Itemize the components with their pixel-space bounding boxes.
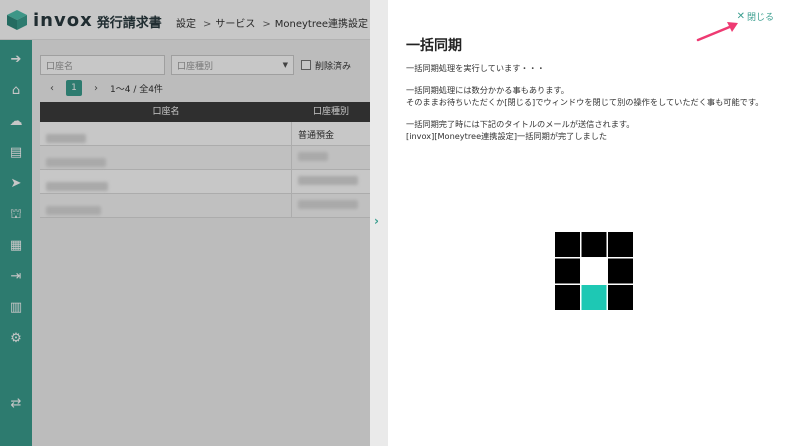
loader-cell: [581, 285, 607, 310]
status-message: 一括同期処理を実行しています・・・: [406, 62, 786, 74]
loader-cell: [581, 232, 607, 257]
drawer-title: 一括同期: [406, 38, 462, 54]
wait-line-1: 一括同期処理には数分かかる事もあります。: [406, 85, 569, 95]
email-line-1: 一括同期完了時には下記のタイトルのメールが送信されます。: [406, 119, 635, 129]
chevron-right-icon[interactable]: ›: [374, 214, 379, 228]
email-line-2: [invox][Moneytree連携設定]一括同期が完了しました: [406, 131, 608, 141]
loader-cell: [555, 232, 580, 257]
sync-drawer: ✕ 閉じる 一括同期 一括同期処理を実行しています・・・ 一括同期処理には数分か…: [388, 0, 800, 446]
modal-overlay[interactable]: [0, 0, 370, 446]
loader-cell: [555, 258, 580, 284]
close-label: 閉じる: [746, 13, 774, 23]
pointer-arrow-icon: [696, 22, 738, 42]
wait-line-2: そのままお待ちいただくか[閉じる]でウィンドウを閉じて別の操作をしていただく事も…: [406, 97, 764, 107]
wait-message: 一括同期処理には数分かかる事もあります。 そのままお待ちいただくか[閉じる]でウ…: [406, 84, 786, 108]
loader-cell: [608, 258, 633, 284]
loader-cell: [608, 285, 633, 310]
loading-spinner-icon: [555, 232, 633, 310]
background-app: invox 発行請求書 設定 > サービス > Moneytree連携設定 ➔ ⌂ ☁ …: [0, 0, 370, 446]
drawer-edge: ›: [370, 0, 388, 446]
loader-cell: [555, 285, 580, 310]
email-message: 一括同期完了時には下記のタイトルのメールが送信されます。 [invox][Mon…: [406, 118, 786, 142]
loader-cell: [608, 232, 633, 257]
status-line: 一括同期処理を実行しています・・・: [406, 63, 545, 73]
loader-cell: [581, 258, 607, 284]
drawer-body: 一括同期処理を実行しています・・・ 一括同期処理には数分かかる事もあります。 そ…: [406, 62, 786, 152]
